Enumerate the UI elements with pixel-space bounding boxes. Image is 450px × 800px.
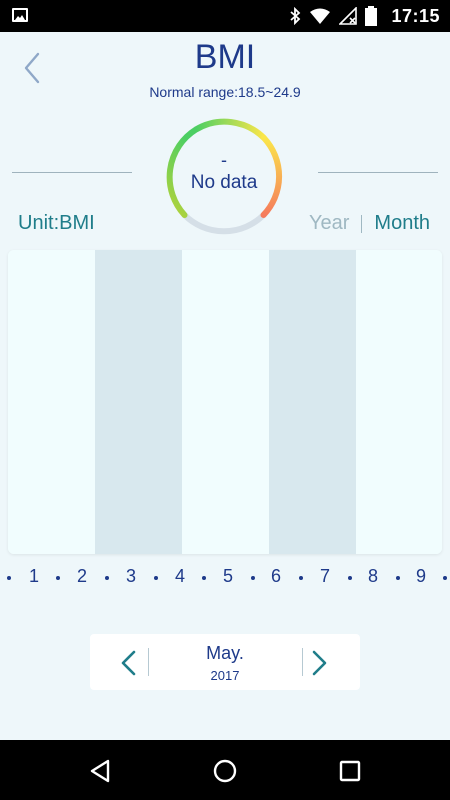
gauge-label: No data [190, 172, 258, 193]
image-icon [12, 8, 28, 22]
bmi-chart[interactable] [8, 250, 442, 554]
period-navigator: May. 2017 [90, 634, 360, 690]
axis-dot [251, 576, 255, 580]
x-tick-label: 3 [125, 566, 137, 586]
gauge-arc-normal [194, 118, 267, 141]
system-navigation-bar [0, 740, 450, 800]
axis-dot [154, 576, 158, 580]
chart-column [269, 250, 356, 554]
x-tick-label: 8 [367, 566, 379, 586]
x-tick-label: 1 [28, 566, 40, 586]
home-nav-button[interactable] [210, 756, 240, 786]
square-recents-icon [339, 760, 361, 782]
gauge-track [181, 212, 267, 235]
no-signal-icon [339, 7, 358, 25]
x-tick-label: 7 [319, 566, 331, 586]
chart-column [356, 250, 442, 554]
status-icons: 17:15 [289, 0, 440, 32]
battery-icon [365, 6, 378, 26]
x-tick-label: 4 [174, 566, 186, 586]
axis-dot [56, 576, 60, 580]
period-toggle: Year Month [309, 212, 430, 235]
bluetooth-icon [290, 7, 301, 25]
axis-dot [299, 576, 303, 580]
axis-dot [348, 576, 352, 580]
gauge-value: - [221, 150, 227, 170]
month-tab[interactable]: Month [374, 212, 430, 235]
year-tab[interactable]: Year [309, 212, 349, 235]
divider-right [318, 172, 438, 173]
x-tick-label: 2 [76, 566, 88, 586]
status-time: 17:15 [391, 5, 440, 26]
back-nav-button[interactable] [86, 756, 116, 786]
circle-home-icon [213, 759, 237, 783]
wifi-icon [310, 8, 331, 24]
recents-nav-button[interactable] [335, 756, 365, 786]
chevron-right-icon [312, 650, 327, 676]
x-tick-label: 9 [415, 566, 427, 586]
axis-dot [443, 576, 447, 580]
axis-dot [105, 576, 109, 580]
bmi-screen: BMI Normal range:18.5~24.9 - No data Uni… [0, 32, 450, 740]
page-title: BMI [194, 38, 256, 76]
chart-column [8, 250, 95, 554]
unit-label: Unit:BMI [18, 212, 95, 234]
axis-dot [7, 576, 11, 580]
divider-left [12, 172, 132, 173]
x-tick-label: 6 [270, 566, 282, 586]
normal-range-text: Normal range:18.5~24.9 [149, 84, 301, 100]
status-bar: 17:15 [0, 0, 450, 32]
x-tick-label: 5 [222, 566, 234, 586]
toggle-separator [361, 214, 363, 233]
chart-column [95, 250, 182, 554]
next-period-button[interactable] [302, 646, 336, 680]
triangle-back-icon [90, 759, 110, 783]
axis-dot [202, 576, 206, 580]
x-axis: 1 2 3 4 5 6 7 8 9 [0, 566, 450, 590]
chart-column [182, 250, 269, 554]
axis-dot [396, 576, 400, 580]
